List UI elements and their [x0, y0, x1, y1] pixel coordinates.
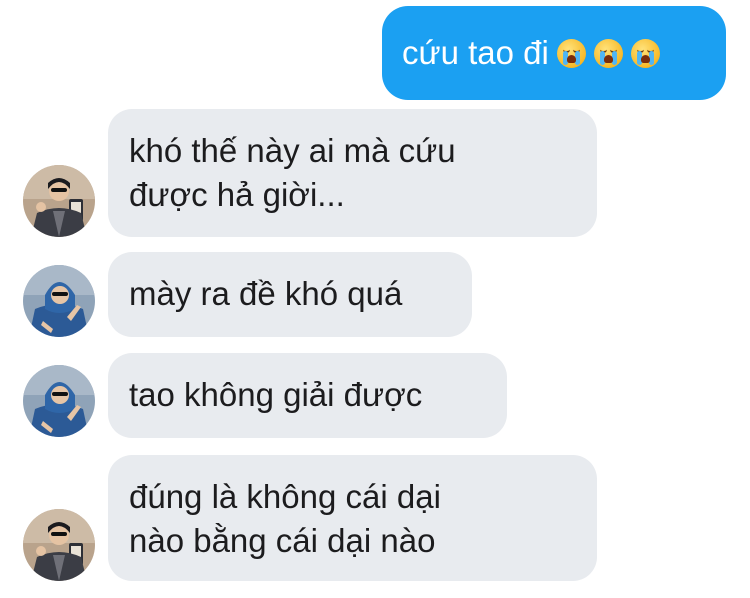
- message-text-line: khó thế này ai mà cứu: [129, 132, 456, 169]
- message-text-line: nào bằng cái dại nào: [129, 522, 436, 559]
- avatar[interactable]: [23, 509, 95, 581]
- avatar-person-2-icon: [23, 365, 95, 437]
- message-text-line: được hả giời...: [129, 176, 345, 213]
- incoming-message-bubble[interactable]: đúng là không cái dại nào bằng cái dại n…: [108, 455, 597, 581]
- loudly-crying-face-icon: [593, 39, 623, 68]
- loudly-crying-face-icon: [556, 39, 586, 68]
- outgoing-message-bubble[interactable]: cứu tao đi: [382, 6, 726, 100]
- avatar-person-1-icon: [23, 165, 95, 237]
- avatar-person-1-icon: [23, 509, 95, 581]
- message-text-line: đúng là không cái dại: [129, 478, 441, 515]
- avatar-person-2-icon: [23, 265, 95, 337]
- avatar[interactable]: [23, 265, 95, 337]
- message-text-line: mày ra đề khó quá: [129, 275, 403, 312]
- loudly-crying-face-icon: [630, 39, 660, 68]
- avatar[interactable]: [23, 165, 95, 237]
- avatar[interactable]: [23, 365, 95, 437]
- outgoing-message-text: cứu tao đi: [402, 34, 549, 71]
- incoming-message-bubble[interactable]: khó thế này ai mà cứu được hả giời...: [108, 109, 597, 237]
- incoming-message-bubble[interactable]: tao không giải được: [108, 353, 507, 438]
- chat-thread: cứu tao đi khó thế này ai mà cứu được hả…: [0, 0, 750, 598]
- message-text-line: tao không giải được: [129, 376, 423, 413]
- incoming-message-bubble[interactable]: mày ra đề khó quá: [108, 252, 472, 337]
